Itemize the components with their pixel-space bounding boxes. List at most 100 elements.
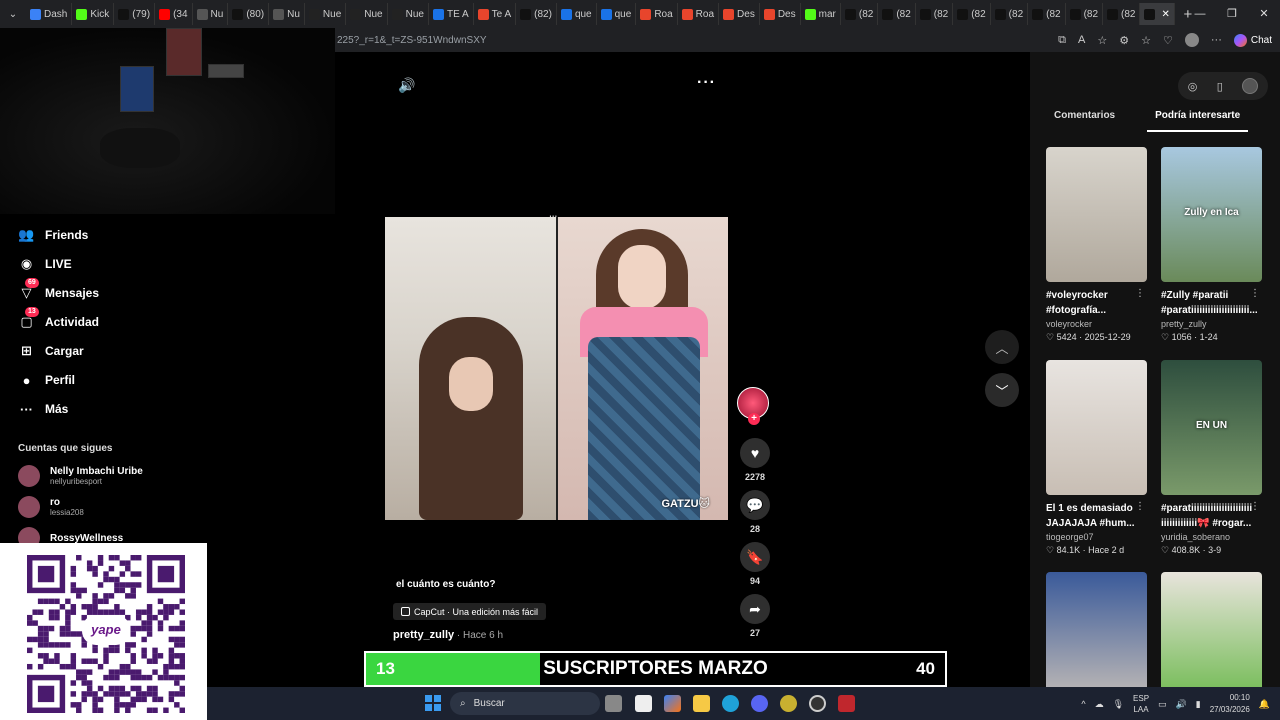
copilot-app-icon[interactable] [664,695,681,712]
suggested-video-card[interactable]: El 1 es demasiado JAJAJAJA #hum... ⋮ tioge… [1046,360,1147,556]
close-window-button[interactable]: ✕ [1248,0,1280,28]
card-user[interactable]: tiogeorge07 [1046,532,1147,542]
compass-icon[interactable]: ◎ [1188,80,1198,93]
browser-tab[interactable]: (80) [228,3,270,25]
collections-icon[interactable]: ♡ [1163,34,1173,47]
sidebar-item-actividad[interactable]: ▢ 13 Actividad [18,306,99,333]
browser-tab[interactable]: Te A [474,3,517,25]
language-indicator[interactable]: ESP LAA [1133,693,1149,715]
favorites-icon[interactable]: ☆ [1141,34,1151,47]
discord-icon[interactable] [751,695,768,712]
video-thumbnail[interactable] [1046,147,1147,282]
video-thumbnail[interactable]: EN UN [1161,360,1262,495]
taskbar-search[interactable]: ⌕ Buscar [450,692,600,715]
share-button[interactable]: ➦ 27 [737,594,773,638]
settings-more-icon[interactable]: ··· [1211,34,1222,46]
capcut-tag[interactable]: CapCut · Una edición más fácil [393,603,547,620]
suggested-video-card[interactable]: EN UN #parati⁣iiiiiiiiiiiiiiiiiiiii iiiii… [1161,360,1262,556]
browser-tab[interactable]: (82) [516,3,557,25]
photos-app-icon[interactable] [635,695,652,712]
tab-suggested[interactable]: Podría interesarte [1147,106,1249,132]
browser-tab[interactable]: Kick [72,3,115,25]
browser-tab[interactable]: Nue [346,3,388,25]
more-options-icon[interactable]: ⋮ [1135,501,1145,512]
tab-comments[interactable]: Comentarios [1046,106,1123,132]
open-in-app-icon[interactable]: ⧉ [1058,34,1066,47]
video-author[interactable]: pretty_zully · Hace 6 h [393,629,503,641]
sidebar-item-cargar[interactable]: ⊞ Cargar [18,340,84,362]
obs-icon[interactable] [809,695,826,712]
tab-actions-icon[interactable]: ⌄ [0,9,26,20]
suggested-video-card[interactable]: #voleyrocker #fotografía... ⋮ voleyrocker ♡… [1046,147,1147,343]
task-view-icon[interactable] [605,695,622,712]
followed-account[interactable]: ro lessia208 [18,496,84,518]
more-options-icon[interactable]: ⋮ [1135,288,1145,299]
browser-tab[interactable]: (82 [1066,3,1104,25]
browser-tab[interactable]: Des [719,3,760,25]
browser-tab[interactable]: Nue [305,3,347,25]
browser-tab[interactable]: Des [760,3,801,25]
battery-icon[interactable]: ▮ [1196,699,1201,710]
sidebar-item-mensajes[interactable]: ▽ 69 Mensajes [18,277,99,304]
next-video-button[interactable]: ﹀ [985,373,1019,407]
card-title[interactable]: #Zully #paratii #parati⁣iiiiiiiiiiiiiiii… [1161,288,1262,318]
url-text[interactable]: 225?_r=1&_t=ZS-951WndwnSXY [335,35,487,46]
file-explorer-icon[interactable] [693,695,710,712]
comment-button[interactable]: 💬 28 [737,490,773,534]
card-user[interactable]: yuridia_soberano [1161,532,1262,542]
extensions-icon[interactable]: ⚙ [1119,34,1129,47]
sidebar-item-perfil[interactable]: ● Perfil [18,369,75,391]
browser-tab[interactable]: que [597,3,637,25]
browser-tab[interactable]: que [557,3,597,25]
browser-tab[interactable]: Nu [269,3,305,25]
clock[interactable]: 00:10 27/03/2026 [1210,692,1250,716]
card-title[interactable]: #parati⁣iiiiiiiiiiiiiiiiiiiii iiiiiiiiii… [1161,501,1262,531]
browser-tab[interactable]: (79) [114,3,156,25]
video-thumbnail[interactable]: Zully en Ica [1161,147,1262,282]
close-tab-icon[interactable]: ✕ [1161,9,1169,20]
minimize-button[interactable]: — [1184,0,1216,28]
sidebar-item-más[interactable]: ··· Más [18,398,68,420]
video-thumbnail[interactable] [1046,360,1147,495]
browser-tab[interactable]: Roa [678,3,720,25]
suggested-video-card[interactable]: Zully en Ica #Zully #paratii #parati⁣iiii… [1161,147,1262,343]
favorite-star-icon[interactable]: ☆ [1097,34,1107,47]
tf-app-icon[interactable] [838,695,855,712]
card-user[interactable]: voleyrocker [1046,319,1147,329]
browser-tab[interactable]: Roa [636,3,678,25]
browser-tab[interactable]: (82 [878,3,916,25]
browser-tab[interactable]: Nu [193,3,229,25]
browser-tab[interactable]: mar [801,3,841,25]
notifications-icon[interactable]: 🔔 [1259,699,1270,710]
microphone-icon[interactable]: 🎙 [1113,699,1124,710]
browser-tab[interactable]: (82 [841,3,879,25]
address-bar[interactable]: 225?_r=1&_t=ZS-951WndwnSXY ⧉ A ☆ ⚙ ☆ ♡ ·… [335,28,1280,52]
more-options-icon[interactable]: ··· [697,74,716,92]
app-icon[interactable] [780,695,797,712]
video-player[interactable]: GATZU🐱 [385,217,728,520]
browser-tab[interactable]: ✕ [1140,3,1175,25]
maximize-button[interactable]: ❐ [1216,0,1248,28]
browser-tab[interactable]: (82 [953,3,991,25]
like-button[interactable]: ♥ 2278 [737,438,773,482]
browser-tab[interactable]: TE A [429,3,474,25]
volume-icon[interactable]: 🔊 [1176,699,1187,710]
profile-avatar-icon[interactable] [1184,33,1199,47]
windows-start-icon[interactable] [425,695,441,711]
user-avatar[interactable] [1242,78,1259,94]
card-title[interactable]: El 1 es demasiado JAJAJAJA #hum... [1046,501,1147,531]
copilot-chat-button[interactable]: Chat [1233,33,1272,47]
browser-tab[interactable]: Dash [26,3,73,25]
edge-browser-icon[interactable] [722,695,739,712]
browser-tab[interactable]: (34 [155,3,193,25]
card-user[interactable]: pretty_zully [1161,319,1262,329]
more-options-icon[interactable]: ⋮ [1250,288,1260,299]
browser-tab[interactable]: (82 [991,3,1029,25]
follow-plus-icon[interactable]: + [748,413,760,425]
previous-video-button[interactable]: ︿ [985,330,1019,364]
sidebar-item-live[interactable]: ◉ LIVE [18,253,72,275]
card-title[interactable]: #voleyrocker #fotografía... [1046,288,1147,318]
translate-icon[interactable]: A [1078,34,1085,46]
more-options-icon[interactable]: ⋮ [1250,501,1260,512]
followed-account[interactable]: Nelly Imbachi Uribe nellyuribesport [18,465,143,487]
